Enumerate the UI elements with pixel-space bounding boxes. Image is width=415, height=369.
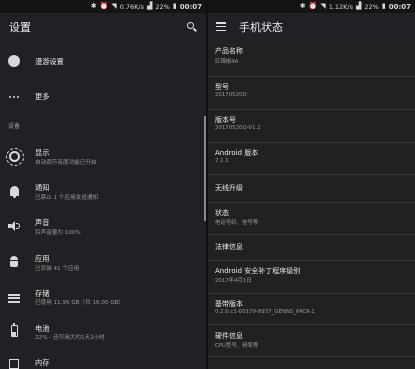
- wifi-icon: ◥: [320, 2, 326, 10]
- alarm-icon: ⏰: [308, 2, 318, 10]
- phone-status-pane: ✱ ⏰ ◥ 1.12K/s ▟ 22% ▮ 00:07 手机状态 产品名称 红辣…: [208, 0, 415, 369]
- battery-icon: [8, 323, 20, 337]
- settings-item-label: 更多: [35, 92, 50, 101]
- menu-icon[interactable]: [216, 22, 226, 31]
- battery-level: 22%: [364, 2, 379, 11]
- info-row-baseband[interactable]: 基带版本 0.2.0.c1-00179-8937_GENNS_PACK-1: [208, 294, 415, 325]
- info-row-title: Android 版本: [215, 149, 259, 157]
- bluetooth-icon: ✱: [90, 2, 97, 10]
- info-row-title: 状态: [215, 209, 229, 217]
- info-row-value: 红辣椒4A: [215, 59, 239, 65]
- settings-item-display[interactable]: 显示 自动调节亮度功能已开启: [0, 140, 206, 174]
- info-row-legal[interactable]: 法律信息: [208, 235, 415, 261]
- info-row-build-number[interactable]: 版本号 20170520Q-V1.1: [208, 110, 415, 143]
- settings-app-bar: 设置: [0, 13, 206, 40]
- info-row-model[interactable]: 型号 20170520Q: [208, 77, 415, 110]
- section-label-device: 设备: [8, 123, 21, 130]
- settings-item-notifications[interactable]: 通知 已禁止 1 个应用发送通知: [0, 176, 206, 210]
- android-icon: [8, 256, 20, 268]
- battery-status-icon: ▮: [172, 2, 177, 10]
- status-bar: ✱ ⏰ ◥ 0.76K/s ▟ 22% ▮ 00:07: [0, 0, 206, 13]
- network-speed: 0.76K/s: [119, 2, 144, 11]
- info-row-title: 产品名称: [215, 47, 243, 55]
- info-row-security-patch[interactable]: Android 安全补丁程序级别 2017年4月1日: [208, 261, 415, 294]
- info-row-value: 电话号码、信号等: [215, 220, 259, 226]
- info-row-value: 7.1.1: [215, 158, 229, 164]
- info-row-title: Android 安全补丁程序级别: [215, 267, 301, 275]
- bell-icon: [8, 185, 20, 198]
- wifi-icon: ◥: [111, 2, 117, 10]
- info-row-hardware[interactable]: 硬件信息 CPU型号、频率等: [208, 325, 415, 357]
- info-row-value: CPU型号、频率等: [215, 343, 259, 349]
- info-row-title: 无线升级: [215, 184, 243, 192]
- memory-icon: [8, 358, 20, 369]
- brightness-icon: [5, 147, 24, 166]
- settings-item-more[interactable]: 更多: [0, 80, 206, 118]
- settings-item-summary: 已禁止 1 个应用发送通知: [35, 195, 99, 201]
- info-row-value: 0.2.0.c1-00179-8937_GENNS_PACK-1: [215, 309, 315, 315]
- settings-item-summary: 铃声音量为 100%: [35, 230, 81, 236]
- settings-item-summary: 已使用 11.95 GB（共 16.00 GB）: [35, 300, 125, 306]
- info-row-ota-update[interactable]: 无线升级: [208, 175, 415, 203]
- info-row-android-version[interactable]: Android 版本 7.1.1: [208, 143, 415, 175]
- info-row-value: 20170520Q-V1.1: [215, 125, 261, 131]
- more-dots-icon: [8, 91, 20, 103]
- signal-icon: ▟: [147, 2, 153, 10]
- info-row-title: 型号: [215, 83, 229, 91]
- storage-icon: [8, 292, 20, 304]
- settings-item-apps[interactable]: 应用 已安装 41 个应用: [0, 246, 206, 280]
- settings-item-sound[interactable]: 声音 铃声音量为 100%: [0, 211, 206, 245]
- settings-item-roaming[interactable]: 漫游设置: [0, 40, 206, 80]
- page-title: 手机状态: [239, 20, 283, 34]
- settings-item-battery[interactable]: 电池 22% - 还可用大约1天2小时: [0, 316, 206, 350]
- volume-icon: [8, 220, 20, 232]
- settings-item-summary: 22% - 还可用大约1天2小时: [35, 335, 105, 341]
- info-row-title: 版本号: [215, 116, 236, 124]
- settings-item-label: 内存: [35, 358, 50, 367]
- phone-status-app-bar: 手机状态: [208, 13, 415, 40]
- info-row-title: 硬件信息: [215, 332, 243, 340]
- settings-item-label: 声音: [35, 218, 50, 227]
- page-title: 设置: [9, 20, 31, 34]
- settings-item-storage[interactable]: 存储 已使用 11.95 GB（共 16.00 GB）: [0, 281, 206, 315]
- globe-icon: [8, 55, 20, 67]
- search-icon[interactable]: [186, 21, 198, 33]
- settings-item-label: 应用: [35, 254, 50, 263]
- alarm-icon: ⏰: [99, 2, 109, 10]
- clock: 00:07: [179, 2, 202, 11]
- status-bar: ✱ ⏰ ◥ 1.12K/s ▟ 22% ▮ 00:07: [208, 0, 415, 13]
- settings-item-label: 显示: [35, 148, 50, 157]
- settings-item-memory[interactable]: 内存: [0, 351, 206, 369]
- settings-pane: ✱ ⏰ ◥ 0.76K/s ▟ 22% ▮ 00:07 设置 漫游设置 更多 设…: [0, 0, 206, 369]
- info-row-title: 法律信息: [215, 243, 243, 251]
- info-row-value: 20170520Q: [215, 92, 247, 98]
- settings-item-summary: 自动调节亮度功能已开启: [35, 160, 97, 166]
- info-row-product-name[interactable]: 产品名称 红辣椒4A: [208, 40, 415, 77]
- battery-level: 22%: [155, 2, 170, 11]
- bluetooth-icon: ✱: [299, 2, 306, 10]
- settings-item-label: 通知: [35, 183, 50, 192]
- info-row-status[interactable]: 状态 电话号码、信号等: [208, 203, 415, 235]
- info-row-title: 基带版本: [215, 300, 243, 308]
- battery-status-icon: ▮: [381, 2, 386, 10]
- clock: 00:07: [388, 2, 411, 11]
- signal-icon: ▟: [356, 2, 362, 10]
- settings-item-summary: 已安装 41 个应用: [35, 266, 80, 272]
- info-row-value: 2017年4月1日: [215, 278, 252, 284]
- settings-item-label: 漫游设置: [35, 57, 64, 66]
- network-speed: 1.12K/s: [328, 2, 353, 11]
